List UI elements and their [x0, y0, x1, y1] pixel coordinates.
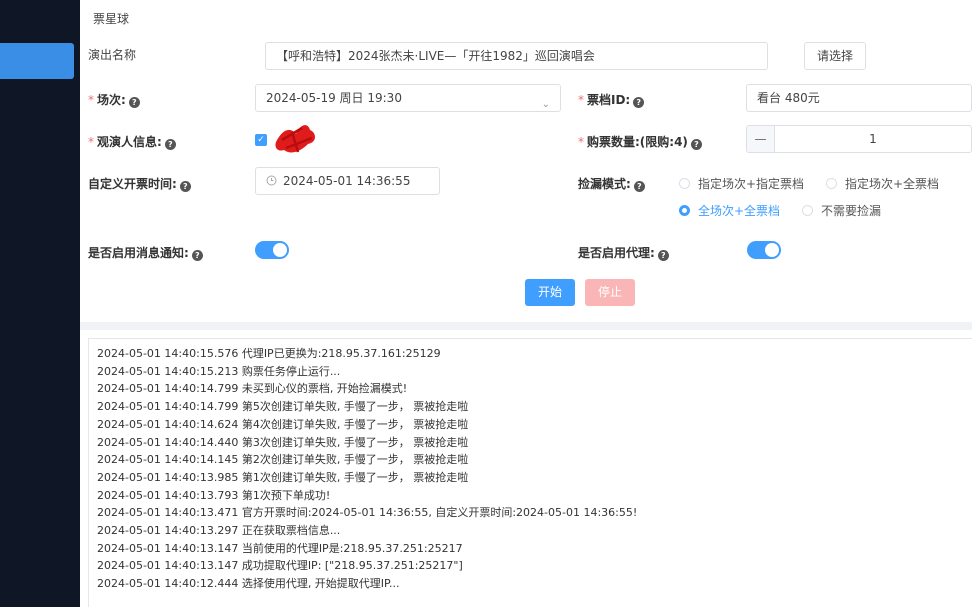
sidebar [0, 0, 80, 607]
log-line: 2024-05-01 14:40:15.576 代理IP已更换为:218.95.… [97, 347, 441, 360]
help-icon[interactable]: ? [633, 181, 645, 192]
help-icon[interactable]: ? [690, 139, 702, 150]
clock-icon [266, 175, 277, 186]
redacted-scribble [275, 125, 315, 153]
log-line: 2024-05-01 14:40:13.471 官方开票时间:2024-05-0… [97, 506, 638, 520]
log-line: 2024-05-01 14:40:14.799 未买到心仪的票档, 开始捡漏模式… [97, 382, 408, 396]
show-name-label: 演出名称 [88, 48, 137, 62]
log-line: 2024-05-01 14:40:13.985 第1次创建订单失败, 手慢了一步… [97, 470, 469, 484]
show-name-input[interactable]: 【呼和浩特】2024张杰未·LIVE—「开往1982」巡回演唱会 [265, 42, 768, 70]
quantity-value: 1 [869, 132, 877, 146]
log-line: 2024-05-01 14:40:13.147 当前使用的代理IP是:218.9… [97, 541, 463, 555]
ticket-tier-input[interactable]: 看台 480元 [746, 84, 972, 112]
session-label: * 场次:? [88, 91, 140, 108]
stop-button[interactable]: 停止 [585, 279, 635, 306]
help-icon[interactable]: ? [128, 97, 140, 108]
start-button[interactable]: 开始 [525, 279, 575, 306]
sidebar-item-active[interactable] [0, 43, 74, 79]
help-icon[interactable]: ? [633, 97, 645, 108]
proxy-toggle[interactable] [747, 241, 781, 259]
quantity-label: * 购票数量:(限购:4)? [578, 133, 702, 150]
help-icon[interactable]: ? [179, 181, 191, 192]
notify-label: 是否启用消息通知:? [88, 244, 203, 261]
radio-option-1[interactable]: 指定场次+指定票档 [679, 175, 804, 192]
log-line: 2024-05-01 14:40:15.213 购票任务停止运行... [97, 364, 341, 378]
radio-option-3[interactable]: 全场次+全票档 [679, 202, 780, 219]
log-line: 2024-05-01 14:40:14.145 第2次创建订单失败, 手慢了一步… [97, 453, 469, 467]
log-line: 2024-05-01 14:40:13.297 正在获取票档信息... [97, 524, 341, 538]
log-line: 2024-05-01 14:40:12.444 选择使用代理, 开始提取代理IP… [97, 577, 400, 591]
log-panel[interactable]: 2024-05-01 14:40:15.576 代理IP已更换为:218.95.… [88, 338, 972, 607]
radio-option-4[interactable]: 不需要捡漏 [802, 202, 881, 219]
proxy-label: 是否启用代理:? [578, 244, 669, 261]
log-line: 2024-05-01 14:40:13.793 第1次预下单成功! [97, 488, 331, 502]
radio-option-2[interactable]: 指定场次+全票档 [826, 175, 939, 192]
custom-time-label: 自定义开票时间:? [88, 175, 191, 192]
log-line: 2024-05-01 14:40:14.624 第4次创建订单失败, 手慢了一步… [97, 417, 469, 431]
section-divider [80, 322, 972, 330]
session-select[interactable]: 2024-05-19 周日 19:30 ⌄ [255, 84, 561, 112]
notify-toggle[interactable] [255, 241, 289, 259]
decrement-button[interactable]: — [747, 126, 775, 152]
select-show-button[interactable]: 请选择 [804, 42, 866, 70]
log-line: 2024-05-01 14:40:14.799 第5次创建订单失败, 手慢了一步… [97, 400, 469, 414]
help-icon[interactable]: ? [164, 139, 176, 150]
quantity-stepper[interactable]: — 1 [746, 125, 972, 153]
help-icon[interactable]: ? [191, 250, 203, 261]
ticket-tier-label: * 票档ID:? [578, 91, 645, 108]
app-title: 票星球 [93, 12, 130, 26]
grab-mode-label: 捡漏模式:? [578, 175, 645, 192]
viewer-checkbox[interactable]: ✓ [255, 134, 267, 146]
custom-time-input[interactable]: 2024-05-01 14:36:55 [255, 167, 440, 195]
chevron-down-icon: ⌄ [541, 99, 550, 110]
help-icon[interactable]: ? [657, 250, 669, 261]
log-line: 2024-05-01 14:40:14.440 第3次创建订单失败, 手慢了一步… [97, 435, 469, 449]
log-line: 2024-05-01 14:40:13.147 成功提取代理IP: ["218.… [97, 559, 463, 573]
viewer-label: * 观演人信息:? [88, 133, 176, 150]
main-panel: 票星球 演出名称 【呼和浩特】2024张杰未·LIVE—「开往1982」巡回演唱… [80, 0, 972, 607]
